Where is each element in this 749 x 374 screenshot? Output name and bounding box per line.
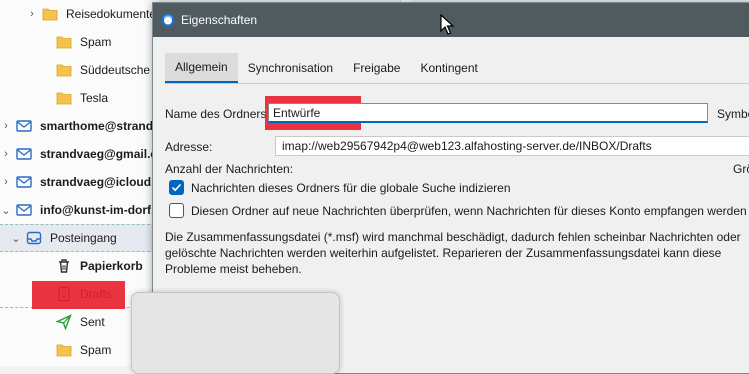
folder-icon (56, 90, 72, 106)
tab-allgemein[interactable]: Allgemein (165, 53, 238, 83)
chevron-down-icon[interactable]: ⌄ (10, 232, 22, 245)
drafts-highlight (32, 281, 125, 309)
summary-file-info: Die Zusammenfassungsdatei (*.msf) wird m… (165, 230, 741, 276)
folder-row-papierkorb[interactable]: Papierkorb (0, 252, 160, 280)
message-count-label: Anzahl der Nachrichten: (165, 162, 294, 176)
folder-row-label: Süddeutsche (80, 63, 151, 77)
folder-row-label: smarthome@strandv (40, 119, 160, 133)
address-field[interactable]: imap://web29567942p4@web123.alfahosting-… (275, 136, 749, 156)
folder-row-label: Papierkorb (80, 259, 143, 273)
folder-row-smarthome-strandv[interactable]: › smarthome@strandv (0, 112, 160, 140)
thunderbird-app-icon (161, 13, 175, 27)
check-new-checkbox[interactable] (169, 203, 184, 218)
overlay-window (131, 292, 340, 374)
folder-row-label: info@kunst-im-dorf. (40, 203, 155, 217)
folder-row-label: Spam (80, 343, 112, 357)
address-label: Adresse: (165, 140, 213, 154)
mouse-cursor-icon (440, 14, 454, 35)
folder-row-s-ddeutsche[interactable]: Süddeutsche (0, 56, 160, 84)
folder-row-label: Tesla (80, 91, 109, 105)
mail-account-icon (16, 202, 32, 218)
dialog-title: Eigenschaften (181, 13, 258, 27)
folder-name-input[interactable] (268, 103, 708, 123)
folder-row-strandvaeg-gmail-co[interactable]: › strandvaeg@gmail.co (0, 140, 160, 168)
chevron-right-icon[interactable]: › (0, 148, 12, 160)
size-label: Grö (733, 162, 749, 176)
folder-row-label: Posteingang (50, 231, 117, 245)
index-checkbox-row[interactable]: Nachrichten dieses Ordners für die globa… (169, 180, 511, 195)
folder-name-label: Name des Ordners: (165, 107, 270, 121)
folder-row-label: strandvaeg@gmail.co (40, 147, 160, 161)
index-checkbox[interactable] (169, 180, 184, 195)
trash-icon (56, 258, 72, 274)
folder-row-label: Sent (80, 315, 105, 329)
check-new-checkbox-label: Diesen Ordner auf neue Nachrichten überp… (191, 203, 747, 218)
folder-row-spam[interactable]: Spam (0, 28, 160, 56)
tab-kontingent[interactable]: Kontingent (410, 53, 487, 83)
tab-freigabe[interactable]: Freigabe (343, 53, 410, 83)
check-new-checkbox-row[interactable]: Diesen Ordner auf neue Nachrichten überp… (169, 203, 747, 218)
checkmark-icon (171, 183, 182, 192)
tab-bar: Allgemein Synchronisation Freigabe Konti… (165, 53, 488, 83)
folder-row-tesla[interactable]: Tesla (0, 84, 160, 112)
folder-row-posteingang[interactable]: ⌄ Posteingang (0, 224, 160, 252)
tab-divider (165, 83, 749, 84)
folder-row-reisedokumente[interactable]: › Reisedokumente (0, 0, 160, 28)
folder-icon (56, 62, 72, 78)
folder-icon (42, 6, 58, 22)
mail-account-icon (16, 118, 32, 134)
chevron-down-icon[interactable]: ⌄ (0, 204, 12, 217)
folder-icon (56, 342, 72, 358)
tab-synchronisation[interactable]: Synchronisation (238, 53, 343, 83)
sent-icon (56, 314, 72, 330)
folder-row-label: Spam (80, 35, 112, 49)
folder-row-strandvaeg-icloud-c[interactable]: › strandvaeg@icloud.c (0, 168, 160, 196)
chevron-right-icon[interactable]: › (0, 120, 12, 132)
folder-icon (56, 34, 72, 50)
chevron-right-icon[interactable]: › (0, 176, 12, 188)
folder-row-info-kunst-im-dorf[interactable]: ⌄ info@kunst-im-dorf. (0, 196, 160, 224)
folder-row-label: Reisedokumente (66, 7, 157, 21)
inbox-icon (26, 230, 42, 246)
chevron-right-icon[interactable]: › (26, 8, 38, 20)
folder-row-label: strandvaeg@icloud.c (40, 175, 160, 189)
index-checkbox-label: Nachrichten dieses Ordners für die globa… (191, 180, 511, 195)
mail-account-icon (16, 146, 32, 162)
symbol-label: Symbo (717, 107, 749, 121)
mail-account-icon (16, 174, 32, 190)
